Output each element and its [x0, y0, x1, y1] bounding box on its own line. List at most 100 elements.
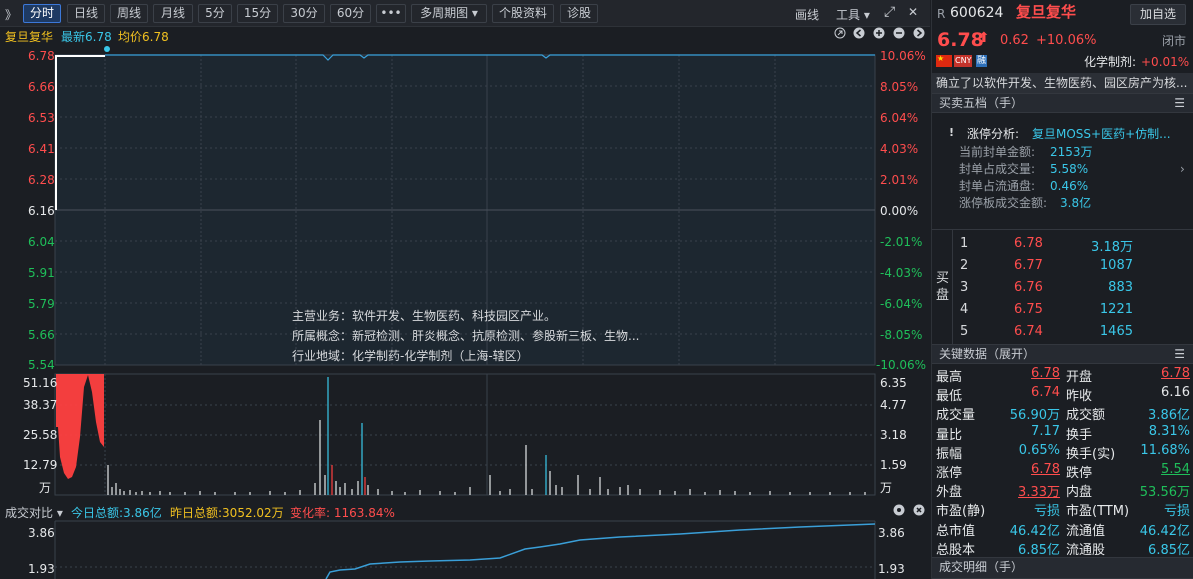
add-watchlist-button[interactable]: 加自选	[1130, 4, 1186, 25]
key-data-row: 成交量 56.90万 成交额 3.86亿	[932, 404, 1193, 424]
menu-icon[interactable]: ☰	[1174, 345, 1185, 363]
cny-badge: CNY	[954, 55, 973, 67]
stock-overview-overlay: 主营业务：软件开发、生物医药、科技园区产业。 所属概念：新冠检测、肝炎概念、抗原…	[292, 306, 639, 366]
buy-label: 买盘	[936, 271, 950, 303]
key-value: 亏损	[1033, 504, 1060, 520]
key-data-row: 涨停 6.78 跌停 5.54	[932, 462, 1193, 481]
buy-level-row[interactable]: 1 6.78 3.18万	[953, 236, 1193, 255]
menu-icon[interactable]: ☰	[1174, 94, 1185, 112]
collapse-icon[interactable]: 》	[5, 6, 17, 23]
close-compare-icon[interactable]	[913, 504, 925, 519]
key-label: 涨停	[936, 466, 963, 481]
key-value: 6.78	[1031, 366, 1060, 381]
orderbook-header[interactable]: 买卖五档（手） ☰	[932, 93, 1193, 113]
level-number: 4	[960, 302, 969, 317]
info-icon: !	[949, 126, 955, 139]
key-data-row: 总市值 46.42亿 流通值 46.42亿	[932, 520, 1193, 539]
key-label: 成交量	[936, 408, 976, 424]
tab-60min[interactable]: 60分	[330, 4, 371, 23]
pct-change: +10.06%	[1036, 33, 1097, 48]
key-label: 市盈(静)	[936, 504, 986, 520]
main-business-text: 主营业务：软件开发、生物医药、科技园区产业。	[292, 309, 557, 323]
change-rate-label: 变化率: 1163.84%	[290, 506, 395, 520]
expand-arrow-icon[interactable]: ›	[1180, 162, 1185, 176]
tools-dropdown[interactable]: 工具 ▾	[836, 6, 870, 23]
buy-level-row[interactable]: 4 6.75 1221	[953, 302, 1193, 320]
key-label: 昨收	[1066, 389, 1093, 405]
current-price: 6.78	[937, 29, 984, 51]
price-change: 0.62	[1000, 33, 1029, 48]
buy-level-row[interactable]: 5 6.74 1465	[953, 324, 1193, 342]
more-periods-button[interactable]: •••	[376, 4, 406, 23]
multi-period-dropdown[interactable]: 多周期图 ▾	[411, 4, 487, 23]
close-icon[interactable]: ✕	[908, 5, 918, 19]
industry-text: 行业地域：化学制药-化学制剂（上海-辖区）	[292, 349, 529, 363]
up-arrow-icon: ⬆	[978, 30, 990, 46]
sector-pct: +0.01%	[1141, 55, 1190, 69]
tab-daily[interactable]: 日线	[67, 4, 105, 23]
compare-dropdown[interactable]: 成交对比 ▾	[5, 504, 63, 521]
key-data-row: 最低 6.74 昨收 6.16	[932, 385, 1193, 405]
intraday-price-chart[interactable]	[0, 27, 930, 579]
key-value: 亏损	[1163, 504, 1190, 520]
key-value: 46.42亿	[1009, 523, 1060, 539]
key-value: 6.78	[1031, 462, 1060, 477]
key-label: 换手	[1066, 427, 1093, 443]
bid-price: 6.75	[1014, 302, 1043, 317]
key-value: 46.42亿	[1139, 523, 1190, 539]
bid-price: 6.78	[1014, 236, 1043, 251]
concept-text: 所属概念：新冠检测、肝炎概念、抗原检测、参股新三板、生物...	[292, 329, 640, 343]
tab-30min[interactable]: 30分	[283, 4, 325, 23]
key-value: 53.56万	[1139, 485, 1190, 501]
company-desc: 确立了以软件开发、生物医药、园区房产为核...	[932, 73, 1193, 93]
china-flag-icon: ★	[936, 55, 952, 67]
tab-5min[interactable]: 5分	[198, 4, 232, 23]
yesterday-total-label: 昨日总额:3052.02万	[170, 506, 284, 520]
tab-weekly[interactable]: 周线	[110, 4, 148, 23]
buy-level-row[interactable]: 2 6.77 1087	[953, 258, 1193, 276]
key-value: 56.90万	[1009, 408, 1060, 424]
quote-panel: R 600624 复旦复华 加自选 6.78 ⬆ 0.62 +10.06% 闭市…	[931, 0, 1193, 579]
level-number: 5	[960, 324, 969, 339]
key-value: 7.17	[1031, 423, 1060, 439]
key-data-row: 市盈(静) 亏损 市盈(TTM) 亏损	[932, 500, 1193, 520]
key-data-row: 振幅 0.65% 换手(实) 11.68%	[932, 442, 1193, 462]
bid-price: 6.74	[1014, 324, 1043, 339]
limit-analysis-label: 涨停分析:	[967, 127, 1020, 141]
diagnose-button[interactable]: 诊股	[560, 4, 598, 23]
tab-monthly[interactable]: 月线	[153, 4, 193, 23]
buy-level-row[interactable]: 3 6.76 883	[953, 280, 1193, 298]
tab-intraday[interactable]: 分时	[23, 4, 61, 23]
trade-detail-header[interactable]: 成交明细（手）	[932, 557, 1193, 579]
key-label: 换手(实)	[1066, 446, 1116, 462]
key-data-row: 外盘 3.33万 内盘 53.56万	[932, 481, 1193, 501]
margin-badge: 融	[976, 55, 988, 67]
keydata-header[interactable]: 关键数据（展开） ☰	[932, 344, 1193, 364]
period-toolbar: 》 分时 日线 周线 月线 5分 15分 30分 60分 ••• 多周期图 ▾ …	[0, 0, 930, 27]
bid-volume: 1221	[1099, 302, 1133, 317]
draw-line-button[interactable]: 画线	[795, 6, 819, 23]
stock-terminal: 》 分时 日线 周线 月线 5分 15分 30分 60分 ••• 多周期图 ▾ …	[0, 0, 1193, 579]
key-value: 11.68%	[1140, 442, 1190, 458]
expand-icon[interactable]: ⤢	[884, 4, 895, 20]
key-value: 6.85亿	[1148, 542, 1190, 558]
market-status: 闭市	[1162, 34, 1187, 48]
tab-15min[interactable]: 15分	[237, 4, 278, 23]
key-label: 市盈(TTM)	[1066, 504, 1130, 520]
limit-topic-link[interactable]: 复旦MOSS+医药+仿制...	[1032, 127, 1171, 142]
stock-profile-button[interactable]: 个股资料	[492, 4, 554, 23]
key-value: 0.65%	[1018, 442, 1060, 458]
level-number: 1	[960, 236, 969, 251]
r-tag: R	[937, 7, 946, 21]
key-value: 5.54	[1161, 462, 1190, 477]
settings-icon[interactable]	[893, 504, 905, 519]
stock-code: 600624	[950, 5, 1004, 21]
level-number: 3	[960, 280, 969, 295]
key-label: 振幅	[936, 446, 963, 462]
key-label: 成交额	[1066, 408, 1106, 424]
key-label: 总市值	[936, 523, 976, 539]
key-label: 跌停	[1066, 466, 1093, 481]
key-label: 总股本	[936, 542, 976, 558]
bid-volume: 1087	[1099, 258, 1133, 273]
bid-volume: 883	[1108, 280, 1133, 295]
